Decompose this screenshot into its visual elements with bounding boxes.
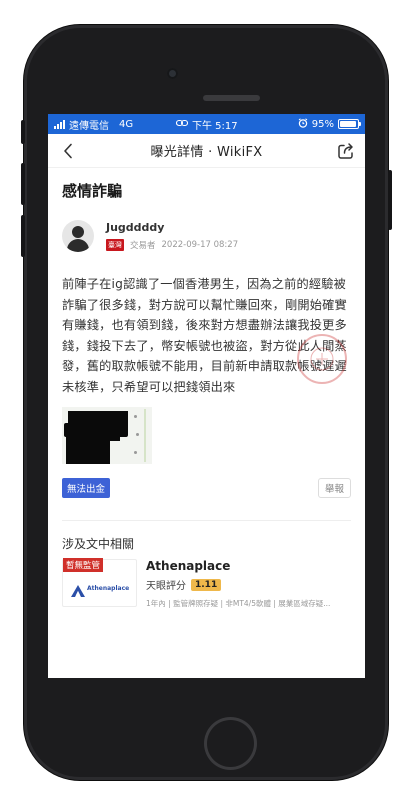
author-info: Jugddddy 臺灣 交易者 2022-09-17 08:27 [106,221,238,251]
score-value: 1.11 [191,578,222,591]
status-time: 下午 5:17 [192,120,238,132]
carrier-name: 遠傳電信 [69,120,109,132]
status-right: 95% [298,117,361,131]
network-type: 4G [119,118,134,130]
category-tag[interactable]: 無法出金 [62,478,111,498]
battery-percent: 95% [311,118,334,130]
related-broker-card[interactable]: 暫無監管 Athenaplace Athenaplace 天眼評分 1.11 1… [62,558,351,609]
page-title: 曝光詳情 · WikiFX [150,145,263,160]
broker-logo-text: Athenaplace [87,585,130,592]
alarm-icon [298,117,308,131]
author-name[interactable]: Jugddddy [106,221,238,235]
athena-logo-icon [71,582,85,601]
watermark-stamp-icon [297,334,347,384]
post-content: 感情詐騙 Jugddddy 臺灣 交易者 2022-09-17 08:27 前陣… [48,180,365,609]
post-date: 2022-09-17 08:27 [161,240,239,250]
score-row: 天眼評分 1.11 [146,577,330,592]
unregulated-badge: 暫無監管 [63,558,104,572]
author-row[interactable]: Jugddddy 臺灣 交易者 2022-09-17 08:27 [62,216,351,256]
chevron-left-icon [64,143,72,159]
related-section-title: 涉及文中相關 [62,537,135,551]
broker-name[interactable]: Athenaplace [146,559,330,574]
broker-info: Athenaplace 天眼評分 1.11 1年內 | 監管牌照存疑 | 非MT… [146,559,330,609]
score-label: 天眼評分 [146,581,186,592]
share-button[interactable] [335,140,357,162]
share-icon [338,143,353,159]
power-button[interactable] [388,170,392,230]
front-camera [167,68,178,79]
mute-switch[interactable] [21,120,25,144]
status-bar: 遠傳電信 4G 下午 5:17 95% [48,114,365,134]
author-meta: 臺灣 交易者 2022-09-17 08:27 [106,239,238,251]
nav-bar: 曝光詳情 · WikiFX [48,134,365,168]
section-divider [62,520,351,521]
signal-strength-icon [54,119,65,129]
report-button[interactable]: 舉報 [317,478,351,498]
link-icon [175,119,189,130]
back-button[interactable] [58,141,78,161]
region-badge: 臺灣 [106,239,124,251]
author-role: 交易者 [130,241,156,251]
avatar[interactable] [62,220,94,252]
broker-tags: 1年內 | 監管牌照存疑 | 非MT4/5軟體 | 展業區域存疑... [146,599,331,608]
post-body-container: 前陣子在ig認識了一個香港男生，因為之前的經驗被詐騙了很多錢，對方說可以幫忙賺回… [62,274,351,397]
status-left: 遠傳電信 4G [54,117,133,132]
tag-row: 無法出金 舉報 [62,478,351,498]
volume-up-button[interactable] [21,163,25,205]
app-screen: 遠傳電信 4G 下午 5:17 95% 曝光詳情 · WikiFX 感情詐騙 J… [48,114,365,678]
post-title: 感情詐騙 [62,182,123,200]
home-button[interactable] [204,717,257,770]
earpiece-speaker [203,95,260,101]
battery-icon [338,119,361,129]
broker-logo[interactable]: 暫無監管 Athenaplace [62,558,137,607]
volume-down-button[interactable] [21,215,25,257]
status-center: 下午 5:17 [175,117,238,132]
evidence-image[interactable] [62,407,152,464]
